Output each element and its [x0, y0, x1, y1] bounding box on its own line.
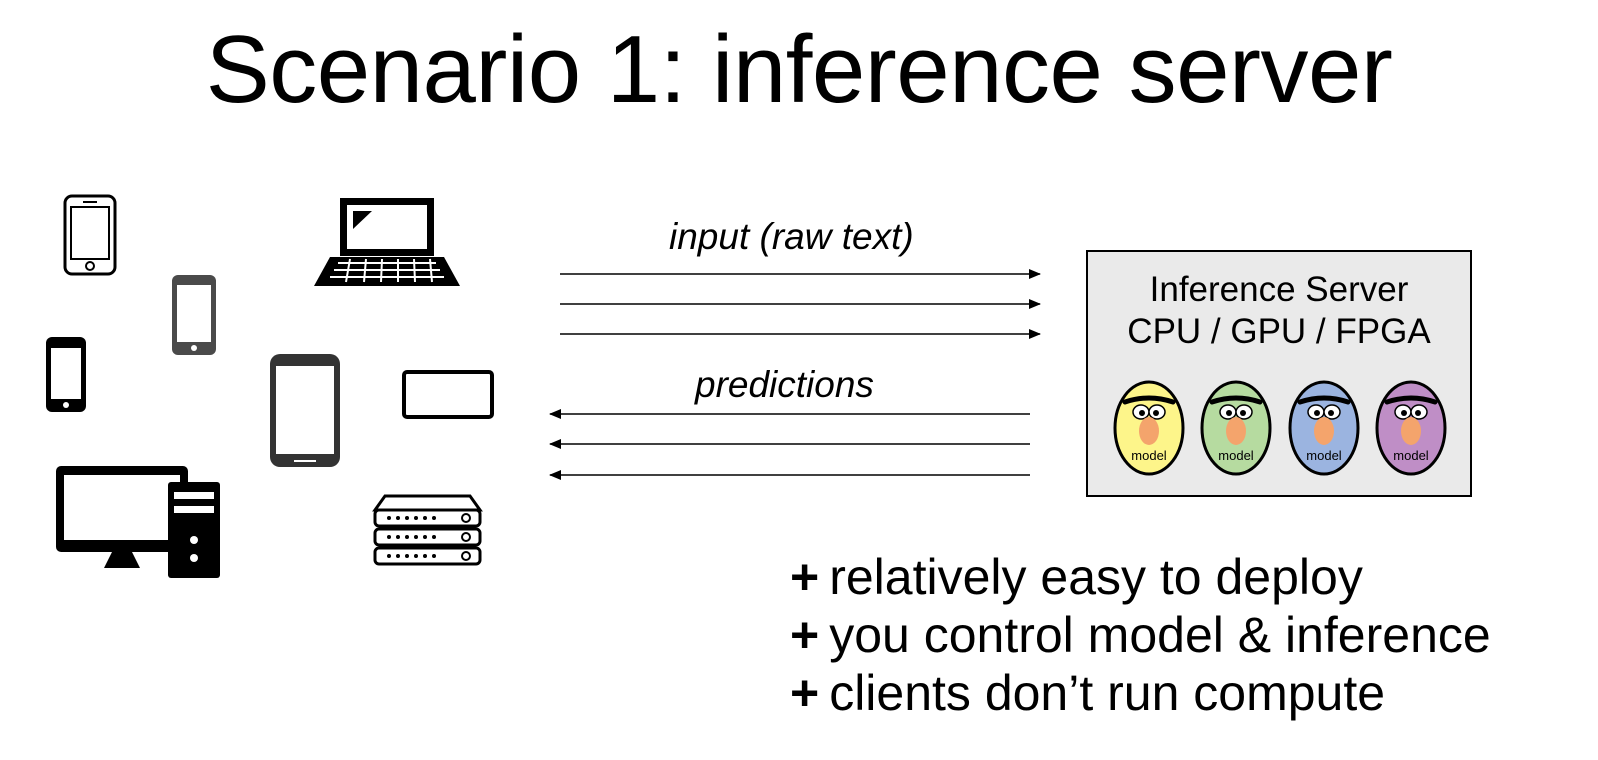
model-label: model: [1131, 448, 1167, 463]
model-label: model: [1306, 448, 1342, 463]
phone-icon: [63, 194, 117, 276]
inference-server-box: Inference Server CPU / GPU / FPGA model m…: [1086, 250, 1472, 497]
bullet-plus: +: [790, 549, 820, 605]
models-group: model model model model: [1113, 380, 1447, 476]
bullet-plus: +: [790, 665, 820, 721]
phone-icon: [46, 337, 86, 412]
prediction-arrows: [549, 409, 1030, 480]
phone-icon: [172, 275, 216, 355]
bullet-plus: +: [790, 607, 820, 663]
benefit-item: + relatively easy to deploy: [790, 548, 1491, 606]
model-character: model: [1113, 380, 1185, 476]
laptop-icon: [314, 198, 460, 286]
predictions-arrow-label: predictions: [695, 364, 874, 405]
benefits-list: + relatively easy to deploy + you control …: [790, 548, 1491, 722]
benefit-text: clients don’t run compute: [829, 665, 1386, 721]
server-rack-icon: [372, 494, 483, 566]
input-arrows: [560, 269, 1041, 339]
tablet-landscape-icon: [402, 370, 494, 419]
desktop-computer-icon: [56, 466, 220, 578]
benefit-item: + clients don’t run compute: [790, 664, 1491, 722]
model-character: model: [1200, 380, 1272, 476]
tablet-icon: [270, 354, 340, 467]
model-character: model: [1288, 380, 1360, 476]
benefit-text: you control model & inference: [829, 607, 1491, 663]
benefit-text: relatively easy to deploy: [829, 549, 1363, 605]
model-label: model: [1393, 448, 1429, 463]
model-character: model: [1375, 380, 1447, 476]
benefit-item: + you control model & inference: [790, 606, 1491, 664]
input-arrow-label: input (raw text): [669, 216, 914, 257]
model-label: model: [1218, 448, 1254, 463]
